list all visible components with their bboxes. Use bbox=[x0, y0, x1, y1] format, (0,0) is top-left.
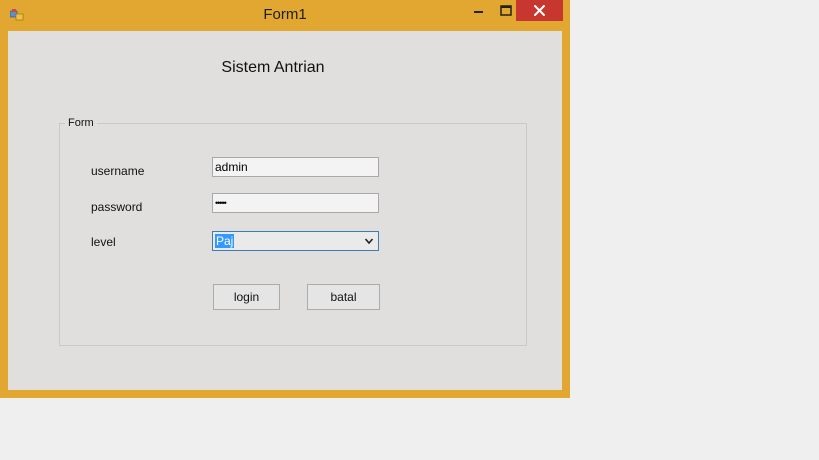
password-input[interactable]: ••••• bbox=[212, 193, 379, 213]
password-label: password bbox=[91, 200, 143, 214]
app-window: Form1 Sistem Antrian Form username admin… bbox=[0, 0, 570, 398]
chevron-down-icon[interactable] bbox=[364, 236, 374, 246]
title-bar[interactable]: Form1 bbox=[0, 0, 570, 30]
form-client-area: Sistem Antrian Form username admin passw… bbox=[8, 31, 562, 390]
close-icon[interactable] bbox=[516, 0, 563, 21]
login-button[interactable]: login bbox=[213, 284, 280, 310]
minimize-icon[interactable] bbox=[464, 0, 492, 22]
username-input[interactable]: admin bbox=[212, 157, 379, 177]
form-app-icon bbox=[10, 9, 24, 21]
level-selected-value: Paj bbox=[215, 234, 235, 248]
groupbox-label: Form bbox=[65, 117, 97, 129]
level-select[interactable]: Paj bbox=[212, 231, 379, 251]
batal-button[interactable]: batal bbox=[307, 284, 380, 310]
username-label: username bbox=[91, 164, 145, 178]
level-label: level bbox=[91, 235, 116, 249]
form-heading: Sistem Antrian bbox=[221, 59, 325, 76]
